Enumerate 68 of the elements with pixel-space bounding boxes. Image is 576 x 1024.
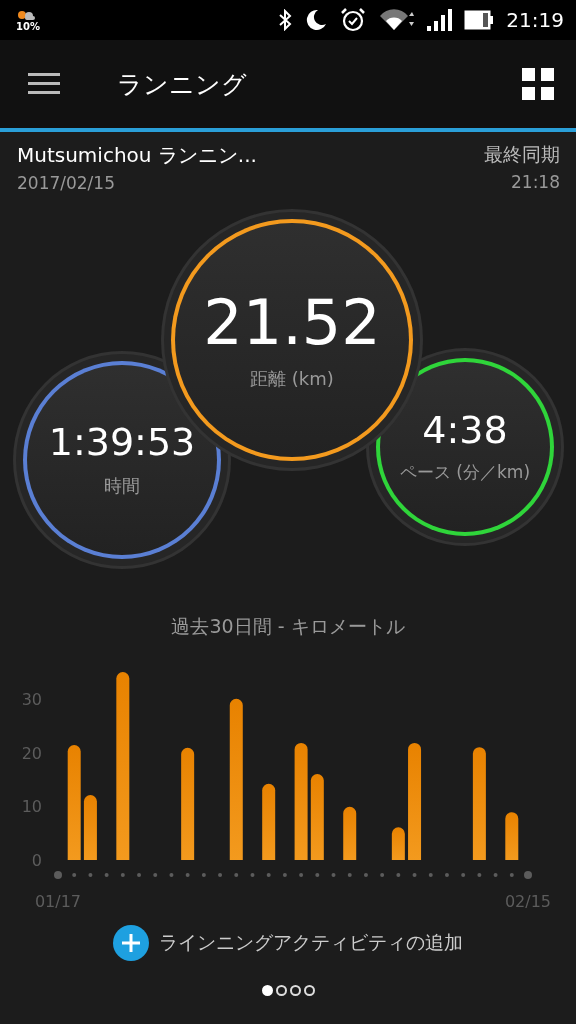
- axis-dot: [104, 873, 109, 877]
- page-indicator-dot[interactable]: [303, 985, 315, 996]
- menu-icon[interactable]: [28, 73, 60, 95]
- status-time: 21:19: [506, 8, 564, 32]
- axis-dot: [88, 873, 93, 877]
- axis-dot: [299, 873, 304, 877]
- axis-dot: [153, 873, 158, 877]
- axis-dot: [428, 873, 433, 877]
- axis-dot: [234, 873, 239, 877]
- axis-dot: [363, 873, 368, 877]
- stat-value: 21.52: [203, 288, 381, 358]
- axis-dot: [266, 873, 271, 877]
- axis-dot: [54, 871, 62, 879]
- chart-bar: [505, 812, 519, 860]
- battery-icon: [464, 10, 495, 30]
- axis-dot: [412, 873, 417, 877]
- axis-dot: [444, 873, 449, 877]
- axis-dot: [315, 873, 320, 877]
- axis-dot: [396, 873, 401, 877]
- axis-label: 0: [31, 851, 42, 870]
- chart-title: 過去30日間 - キロメートル: [170, 614, 406, 639]
- add-activity-link[interactable]: ラインニングアクティビティの追加: [159, 930, 463, 956]
- axis-dot: [169, 873, 174, 877]
- stat-value: 4:38: [422, 409, 508, 452]
- weather-icon: [16, 8, 36, 21]
- signal-icon: [426, 9, 453, 31]
- axis-dot: [201, 873, 206, 877]
- axis-label: 10: [21, 797, 42, 817]
- axis-dot: [120, 873, 125, 877]
- axis-label: 20: [21, 743, 42, 763]
- axis-dot: [509, 873, 514, 877]
- stat-label: ペース (分／km): [399, 461, 531, 485]
- stat-label: 距離 (km): [250, 367, 334, 392]
- sync-label: 最終同期: [484, 142, 560, 167]
- axis-dot: [331, 873, 336, 877]
- bluetooth-icon: [278, 9, 293, 31]
- alarm-icon: [340, 7, 367, 33]
- axis-dot: [493, 873, 498, 877]
- axis-dot: [250, 873, 255, 877]
- axis-dot: [461, 873, 466, 877]
- axis-dot: [524, 871, 532, 879]
- app-title: ランニング: [117, 68, 248, 101]
- axis-dot: [218, 873, 223, 877]
- weather-text: 10%: [16, 20, 40, 32]
- add-icon[interactable]: [113, 925, 149, 961]
- axis-label: 30: [21, 689, 42, 709]
- stat-label: 時間: [104, 473, 140, 498]
- axis-dot: [282, 873, 287, 877]
- wifi-icon: [378, 8, 415, 32]
- chart-bar: [83, 795, 97, 860]
- page-indicator-dot[interactable]: [289, 985, 301, 996]
- page-indicator-dot[interactable]: [275, 985, 287, 996]
- chart-bar: [391, 827, 405, 860]
- axis-dot: [137, 873, 142, 877]
- activity-name[interactable]: Mutsumichou ランニン...: [17, 142, 257, 169]
- stat-value: 1:39:53: [48, 422, 196, 464]
- activity-date: 2017/02/15: [17, 173, 116, 193]
- sync-time: 21:18: [511, 172, 560, 192]
- grid-icon[interactable]: [522, 68, 554, 100]
- axis-dot: [185, 873, 190, 877]
- axis-label: 02/15: [504, 892, 552, 911]
- chart-bar: [343, 806, 357, 860]
- axis-dot: [477, 873, 482, 877]
- axis-dot: [347, 873, 352, 877]
- axis-label: 01/17: [34, 892, 82, 911]
- moon-icon: [304, 8, 329, 32]
- axis-dot: [380, 873, 385, 877]
- axis-dot: [72, 873, 77, 877]
